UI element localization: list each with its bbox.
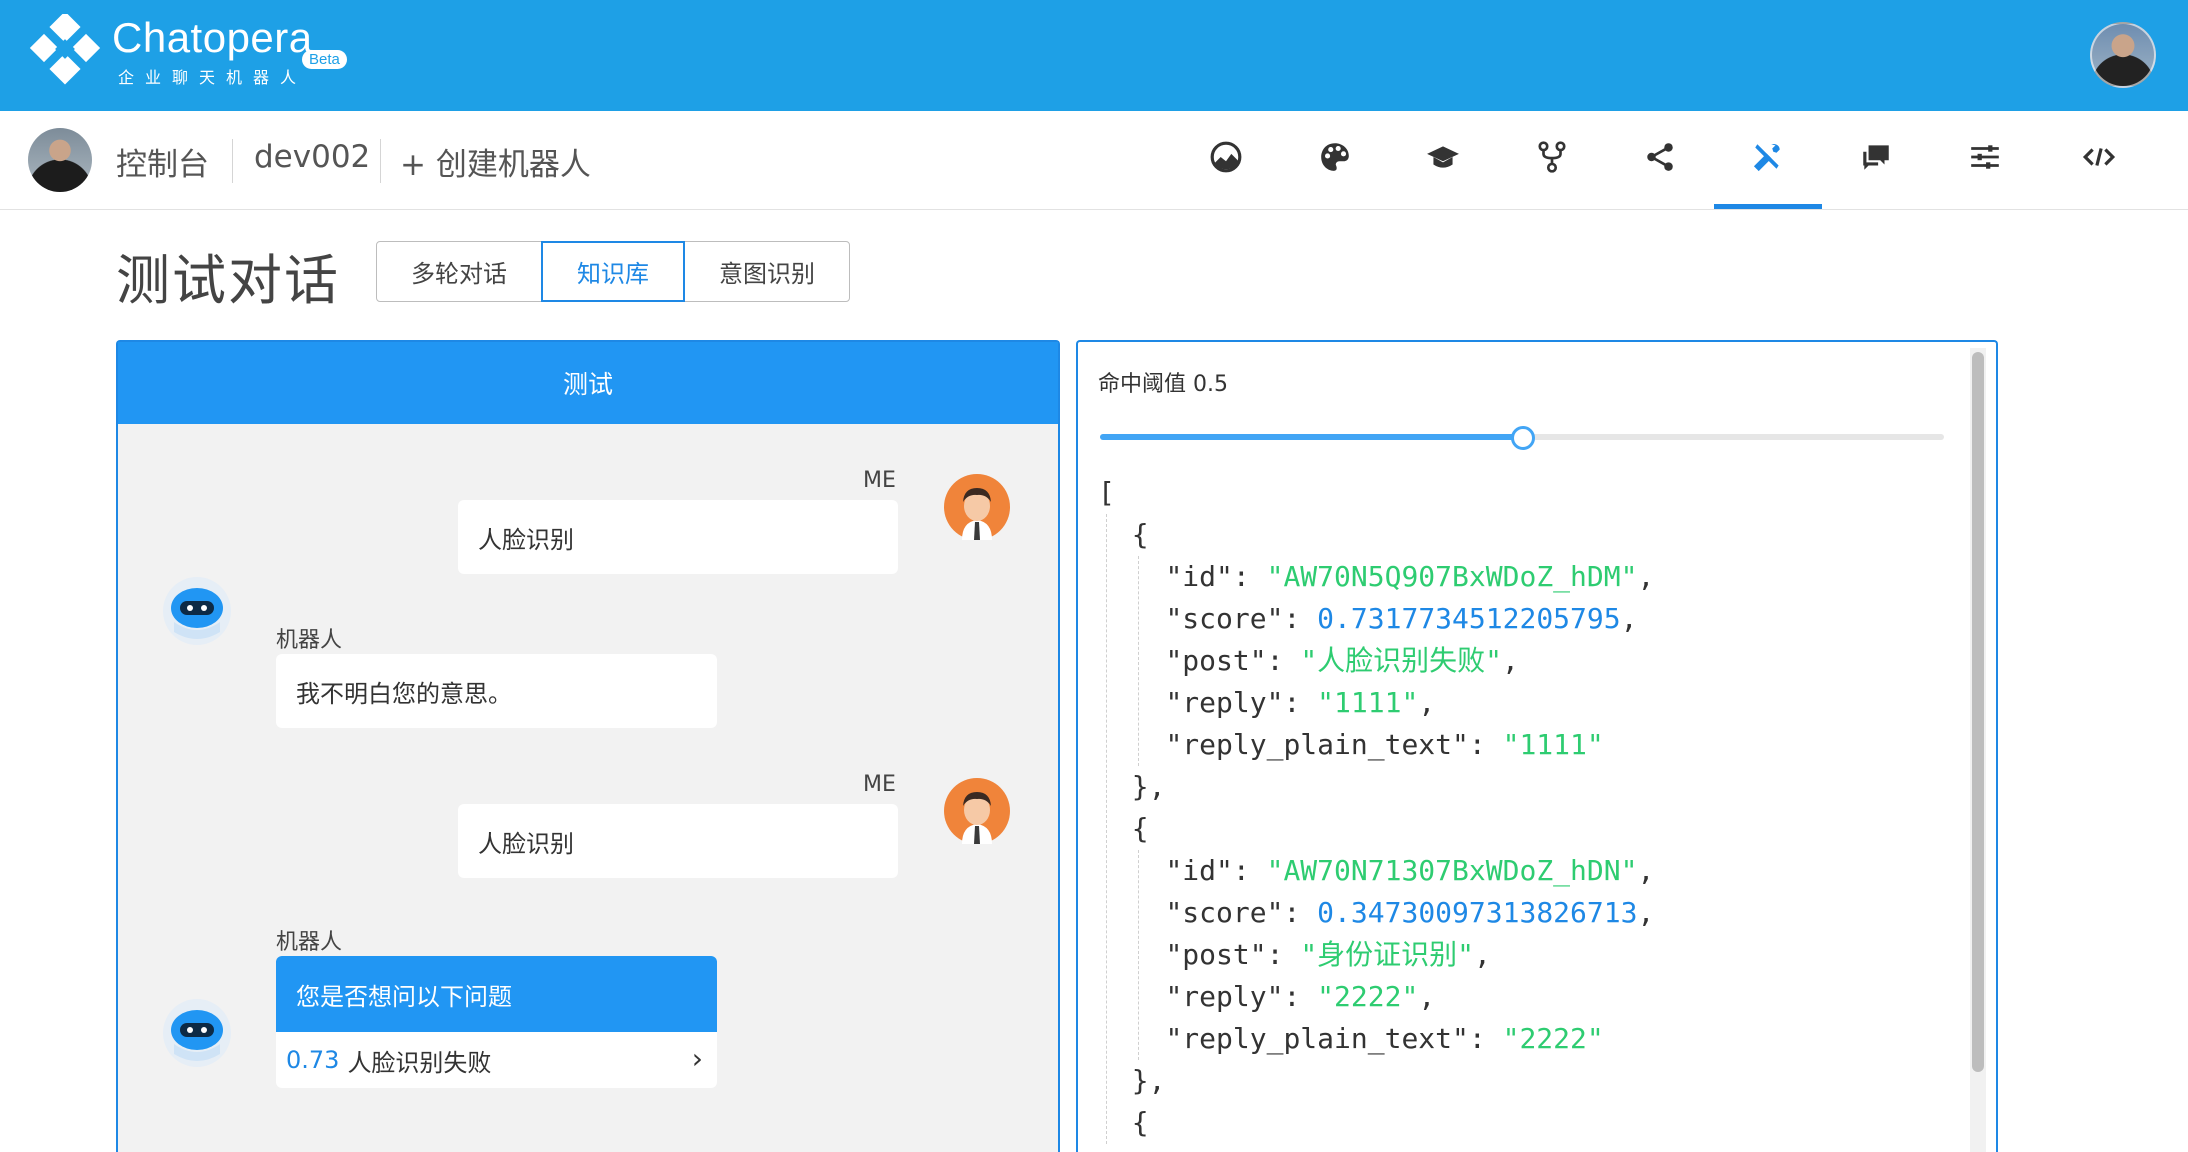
json-line: "post": "身份证识别", (1165, 938, 1491, 971)
json-line: "id": "AW70N71307BxWDoZ_hDN", (1165, 854, 1655, 887)
test-mode-tabs: 多轮对话 知识库 意图识别 (376, 241, 850, 302)
chevron-right-icon: › (691, 1042, 703, 1075)
sender-label: 机器人 (276, 930, 343, 955)
json-line: [ (1098, 476, 1115, 509)
active-tab-indicator (1714, 204, 1822, 209)
threshold-slider[interactable] (1100, 426, 1944, 450)
json-line: { (1098, 1106, 1149, 1139)
sliders-icon[interactable] (1961, 133, 2009, 181)
robot-avatar-icon (163, 577, 231, 645)
json-line: "post": "人脸识别失败", (1165, 644, 1519, 677)
json-line: }, (1098, 770, 1166, 803)
tab-multi-turn[interactable]: 多轮对话 (376, 241, 542, 302)
json-line: "score": 0.34730097313826713, (1165, 896, 1655, 929)
sender-label: ME (863, 772, 896, 797)
json-result: [ { "id": "AW70N5Q907BxWDoZ_hDM", "score… (1098, 472, 1654, 1144)
tab-knowledge-base[interactable]: 知识库 (541, 241, 685, 302)
create-bot-link[interactable]: + 创建机器人 (400, 139, 591, 184)
top-brand-bar: Chatopera Beta 企业聊天机器人 (0, 0, 2188, 111)
bot-avatar[interactable] (28, 128, 92, 192)
graduation-cap-icon[interactable] (1419, 133, 1467, 181)
result-panel: 命中阈值 0.5 [ { "id": "AW70N5Q907BxWDoZ_hDM… (1076, 340, 1998, 1152)
fork-icon[interactable] (1528, 133, 1576, 181)
sender-label: 机器人 (276, 628, 343, 653)
json-line: { (1098, 812, 1149, 845)
brand-subtitle: 企业聊天机器人 (118, 68, 308, 87)
json-line: "id": "AW70N5Q907BxWDoZ_hDM", (1165, 560, 1655, 593)
user-message: 人脸识别 (458, 804, 898, 878)
bot-message: 我不明白您的意思。 (276, 654, 717, 728)
robot-avatar-icon (163, 999, 231, 1067)
tools-icon[interactable] (1744, 133, 1792, 181)
breadcrumb-divider (380, 139, 381, 183)
suggestion-item[interactable]: 0.73 人脸识别失败 › (276, 1032, 717, 1088)
json-line: "reply_plain_text": "1111" (1165, 728, 1604, 761)
chat-header: 测试 (118, 342, 1058, 424)
beta-badge: Beta (302, 50, 347, 69)
chat-panel: 测试 ME 人脸识别 机器人 我不明白您的意思。 ME 人脸识别 机器人 您是否… (116, 340, 1060, 1152)
threshold-label: 命中阈值 0.5 (1098, 372, 1228, 397)
user-face-icon (944, 474, 1010, 540)
user-avatar[interactable] (2090, 22, 2156, 88)
suggestion-text: 人脸识别失败 (347, 1048, 492, 1077)
secondary-nav: 控制台 dev002 + 创建机器人 (0, 111, 2188, 210)
slider-thumb[interactable] (1511, 426, 1535, 450)
json-line: "reply": "1111", (1165, 686, 1436, 719)
code-icon[interactable] (2075, 133, 2123, 181)
json-line: "reply_plain_text": "2222" (1165, 1022, 1604, 1055)
suggestion-card: 您是否想问以下问题 0.73 人脸识别失败 › (276, 956, 717, 1088)
breadcrumb-divider (232, 139, 233, 183)
dashboard-icon[interactable] (1202, 133, 1250, 181)
suggestion-score: 0.73 (286, 1046, 340, 1074)
json-line: }, (1098, 1064, 1166, 1097)
json-line: { (1098, 518, 1149, 551)
chat-icon[interactable] (1852, 133, 1900, 181)
json-line: "score": 0.7317734512205795, (1165, 602, 1638, 635)
suggestion-prompt: 您是否想问以下问题 (276, 956, 717, 1032)
scrollbar-thumb[interactable] (1972, 352, 1984, 1072)
chatopera-logo-icon[interactable] (28, 14, 106, 92)
user-message: 人脸识别 (458, 500, 898, 574)
palette-icon[interactable] (1311, 133, 1359, 181)
user-face-icon (944, 778, 1010, 844)
slider-fill (1100, 434, 1522, 440)
share-icon[interactable] (1636, 133, 1684, 181)
page-title: 测试对话 (116, 249, 340, 312)
brand-name[interactable]: Chatopera (112, 14, 313, 62)
tab-intent[interactable]: 意图识别 (684, 241, 850, 302)
json-line: "reply": "2222", (1165, 980, 1436, 1013)
scrollbar[interactable] (1970, 348, 1986, 1152)
breadcrumb-console[interactable]: 控制台 (116, 139, 209, 184)
sender-label: ME (863, 468, 896, 493)
breadcrumb-bot-name[interactable]: dev002 (254, 139, 370, 175)
